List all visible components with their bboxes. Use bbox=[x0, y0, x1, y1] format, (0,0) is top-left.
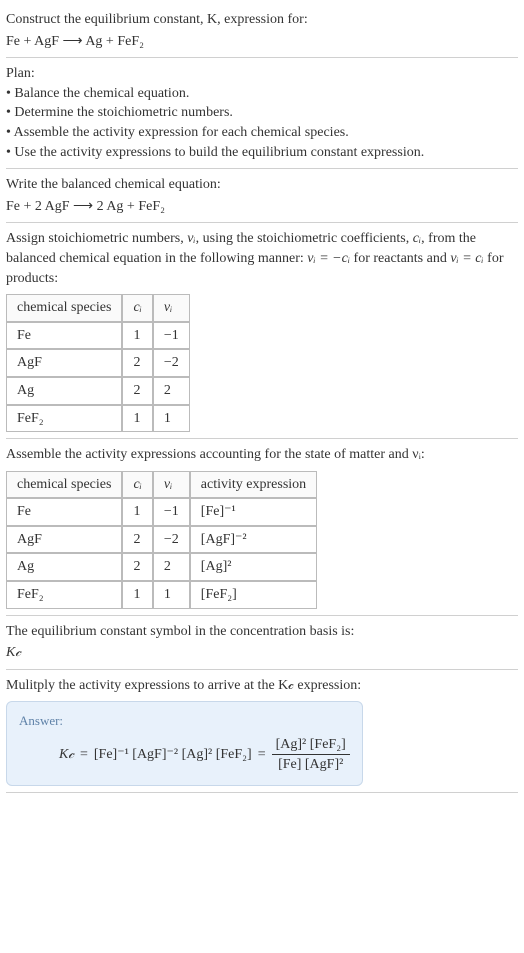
col-activity: activity expression bbox=[190, 471, 317, 499]
denominator: [Fe] [AgF]² bbox=[272, 755, 350, 775]
plan-title: Plan: bbox=[6, 64, 518, 84]
plan-bullet: • Balance the chemical equation. bbox=[6, 84, 518, 104]
balanced-label: Write the balanced chemical equation: bbox=[6, 175, 518, 195]
text: for reactants and bbox=[350, 251, 450, 266]
prompt-section: Construct the equilibrium constant, K, e… bbox=[6, 4, 518, 58]
prompt-line1: Construct the equilibrium constant, K, e… bbox=[6, 10, 518, 30]
answer-box: Answer: K𝒸 = [Fe]⁻¹ [AgF]⁻² [Ag]² [FeF₂]… bbox=[6, 701, 363, 785]
equals: = bbox=[258, 745, 266, 765]
cell: AgF bbox=[6, 526, 122, 554]
cell: 2 bbox=[122, 526, 152, 554]
cell: 1 bbox=[153, 581, 190, 609]
col-species: chemical species bbox=[6, 471, 122, 499]
final-section: Mulitply the activity expressions to arr… bbox=[6, 670, 518, 793]
text: Assign stoichiometric numbers, bbox=[6, 231, 187, 246]
balanced-equation: Fe + 2 AgF ⟶ 2 Ag + FeF₂ bbox=[6, 197, 518, 217]
cell: 2 bbox=[122, 349, 152, 377]
cell: [Ag]² bbox=[190, 553, 317, 581]
col-species: chemical species bbox=[6, 294, 122, 322]
stoich-paragraph: Assign stoichiometric numbers, νᵢ, using… bbox=[6, 229, 518, 288]
table-row: Ag22 bbox=[6, 377, 190, 405]
symbol-label: The equilibrium constant symbol in the c… bbox=[6, 622, 518, 642]
unbalanced-equation: Fe + AgF ⟶ Ag + FeF₂ bbox=[6, 32, 518, 52]
cell: [Fe]⁻¹ bbox=[190, 498, 317, 526]
kc-symbol: K𝒸 bbox=[6, 643, 518, 663]
table-row: FeF₂11[FeF₂] bbox=[6, 581, 317, 609]
ci-symbol: cᵢ bbox=[413, 231, 421, 246]
col-nu: νᵢ bbox=[153, 471, 190, 499]
product-form: [Fe]⁻¹ [AgF]⁻² [Ag]² [FeF₂] bbox=[94, 745, 252, 765]
col-nu: νᵢ bbox=[153, 294, 190, 322]
cell: −2 bbox=[153, 349, 190, 377]
table-row: AgF2−2 bbox=[6, 349, 190, 377]
plan-bullet: • Assemble the activity expression for e… bbox=[6, 123, 518, 143]
equals: = bbox=[80, 745, 88, 765]
cell: FeF₂ bbox=[6, 581, 122, 609]
cell: AgF bbox=[6, 349, 122, 377]
table-header-row: chemical species cᵢ νᵢ activity expressi… bbox=[6, 471, 317, 499]
col-ci: cᵢ bbox=[122, 471, 152, 499]
table-row: Ag22[Ag]² bbox=[6, 553, 317, 581]
table-row: AgF2−2[AgF]⁻² bbox=[6, 526, 317, 554]
final-label: Mulitply the activity expressions to arr… bbox=[6, 676, 518, 696]
cell: Fe bbox=[6, 322, 122, 350]
cell: 1 bbox=[122, 498, 152, 526]
plan-bullet: • Use the activity expressions to build … bbox=[6, 143, 518, 163]
cell: 1 bbox=[153, 405, 190, 433]
cell: 2 bbox=[153, 377, 190, 405]
cell: −1 bbox=[153, 322, 190, 350]
cell: −2 bbox=[153, 526, 190, 554]
cell: [AgF]⁻² bbox=[190, 526, 317, 554]
cell: 2 bbox=[153, 553, 190, 581]
activity-label: Assemble the activity expressions accoun… bbox=[6, 445, 518, 465]
table-row: FeF₂11 bbox=[6, 405, 190, 433]
activity-table: chemical species cᵢ νᵢ activity expressi… bbox=[6, 471, 317, 609]
stoich-section: Assign stoichiometric numbers, νᵢ, using… bbox=[6, 223, 518, 439]
table-row: Fe1−1[Fe]⁻¹ bbox=[6, 498, 317, 526]
cell: 2 bbox=[122, 377, 152, 405]
text: , using the stoichiometric coefficients, bbox=[196, 231, 413, 246]
relation: νᵢ = cᵢ bbox=[450, 251, 483, 266]
prompt-text: Construct the equilibrium constant, K, e… bbox=[6, 12, 308, 27]
table-header-row: chemical species cᵢ νᵢ bbox=[6, 294, 190, 322]
numerator: [Ag]² [FeF₂] bbox=[272, 735, 350, 756]
cell: Fe bbox=[6, 498, 122, 526]
cell: Ag bbox=[6, 377, 122, 405]
cell: [FeF₂] bbox=[190, 581, 317, 609]
cell: −1 bbox=[153, 498, 190, 526]
kc-var: K𝒸 bbox=[59, 745, 74, 765]
answer-label: Answer: bbox=[19, 712, 350, 730]
balanced-section: Write the balanced chemical equation: Fe… bbox=[6, 169, 518, 223]
cell: 2 bbox=[122, 553, 152, 581]
symbol-section: The equilibrium constant symbol in the c… bbox=[6, 616, 518, 670]
cell: 1 bbox=[122, 322, 152, 350]
activity-section: Assemble the activity expressions accoun… bbox=[6, 439, 518, 616]
col-ci: cᵢ bbox=[122, 294, 152, 322]
kc-expression: K𝒸 = [Fe]⁻¹ [AgF]⁻² [Ag]² [FeF₂] = [Ag]²… bbox=[19, 735, 350, 775]
stoich-table: chemical species cᵢ νᵢ Fe1−1 AgF2−2 Ag22… bbox=[6, 294, 190, 432]
relation: νᵢ = −cᵢ bbox=[307, 251, 350, 266]
cell: FeF₂ bbox=[6, 405, 122, 433]
cell: Ag bbox=[6, 553, 122, 581]
cell: 1 bbox=[122, 405, 152, 433]
fraction: [Ag]² [FeF₂] [Fe] [AgF]² bbox=[272, 735, 350, 775]
plan-bullet: • Determine the stoichiometric numbers. bbox=[6, 103, 518, 123]
nu-symbol: νᵢ bbox=[187, 231, 195, 246]
plan-section: Plan: • Balance the chemical equation. •… bbox=[6, 58, 518, 169]
table-row: Fe1−1 bbox=[6, 322, 190, 350]
cell: 1 bbox=[122, 581, 152, 609]
